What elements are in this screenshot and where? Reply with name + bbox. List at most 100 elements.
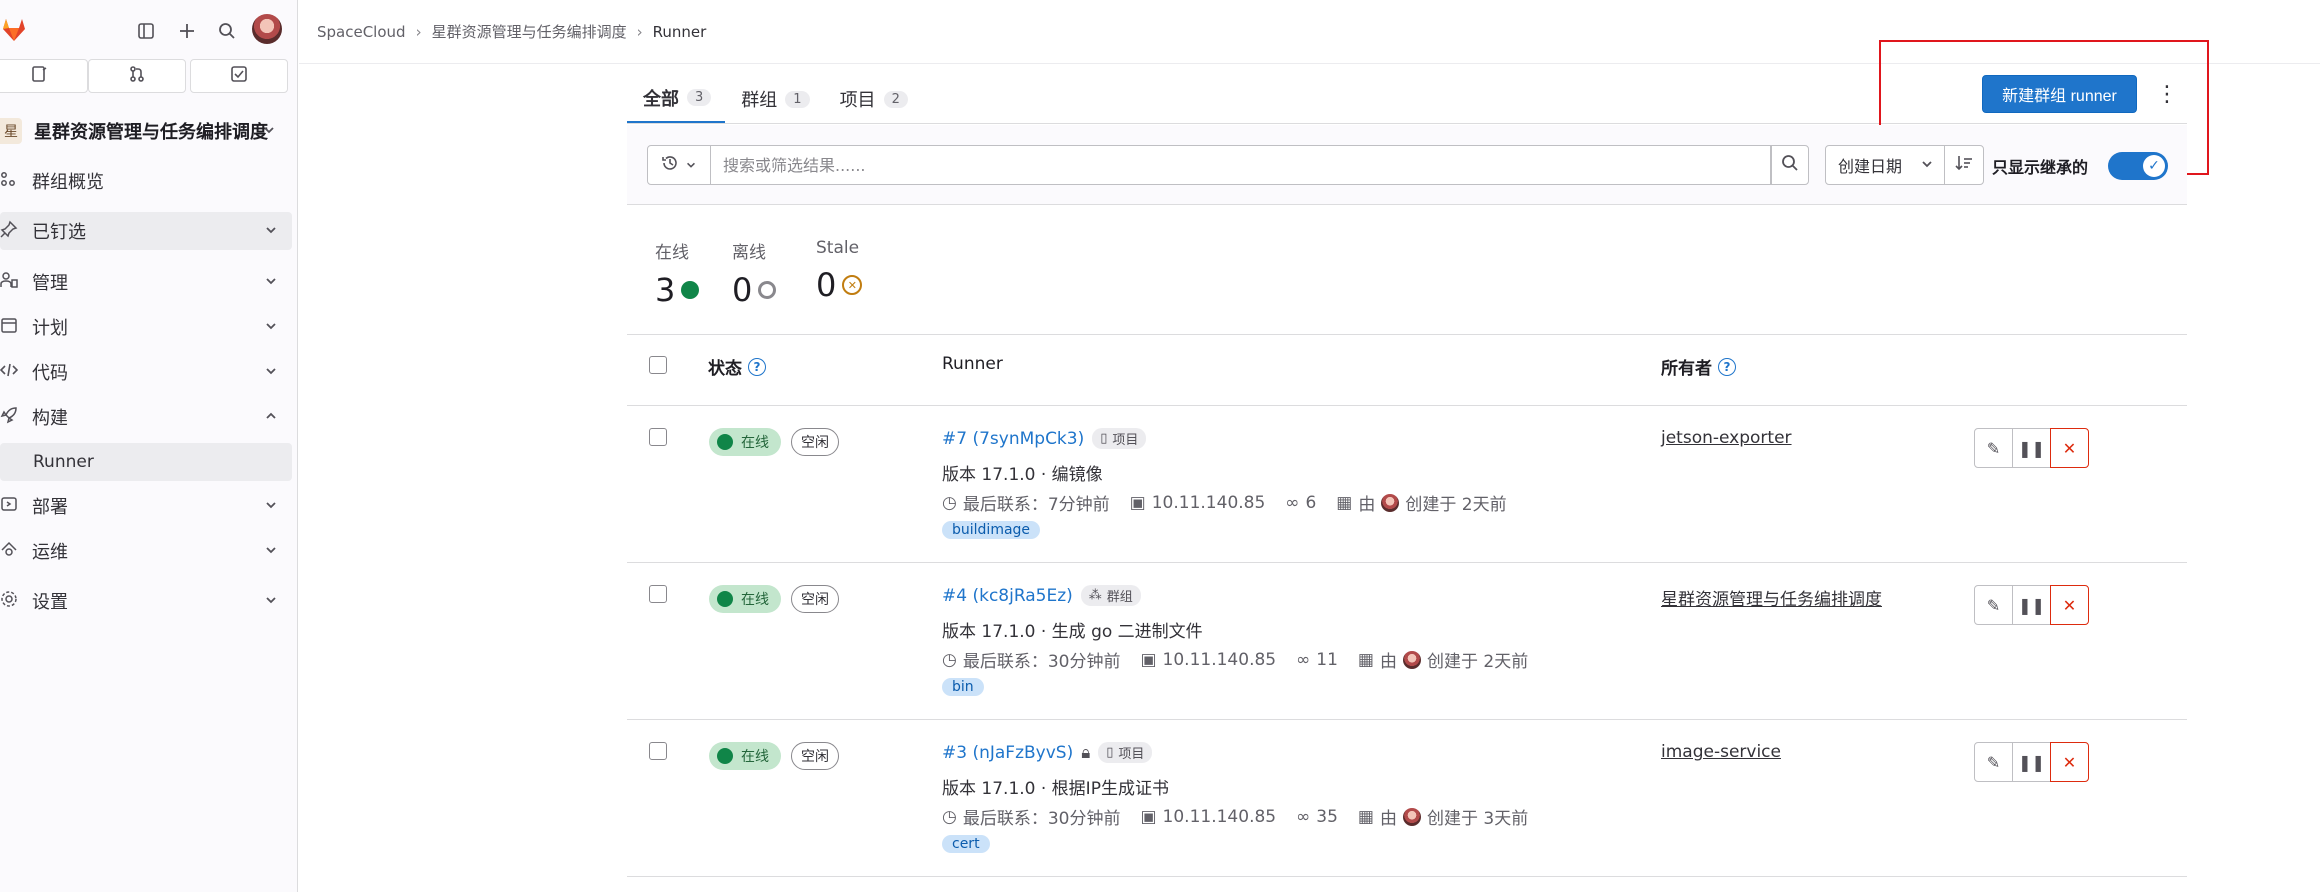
sidebar-item-operate[interactable]: 运维 [0, 532, 292, 570]
runner-type-badge: ▯ 项目 [1098, 742, 1153, 763]
status-badge-label: 在线 [741, 592, 769, 608]
stat-label: 离线 [732, 243, 766, 263]
runner-link[interactable]: #7 (7synMpCk3) ▯ 项目 [942, 428, 1147, 449]
edit-button[interactable]: ✎ [1974, 428, 2013, 468]
runner-link[interactable]: #4 (kc8jRa5Ez) ⁂ 群组 [942, 585, 1141, 606]
chevron-down-icon [264, 222, 278, 241]
group-icon: ⁂ [1088, 588, 1102, 603]
sidebar-item-label: Runner [33, 452, 94, 472]
owner-link[interactable]: 星群资源管理与任务编排调度 [1661, 585, 1882, 610]
search-history-button[interactable] [647, 145, 711, 185]
chevron-up-icon [264, 408, 278, 427]
owner-link[interactable]: image-service [1661, 742, 1781, 762]
breadcrumb-item-group[interactable]: 星群资源管理与任务编排调度 [432, 21, 627, 42]
sort-direction-button[interactable] [1944, 145, 1984, 185]
issues-button[interactable] [0, 59, 88, 93]
sidebar-item-label: 代码 [32, 363, 68, 384]
edit-button[interactable]: ✎ [1974, 742, 2013, 782]
job-count: 35 [1316, 806, 1338, 827]
sidebar-item-manage[interactable]: 管理 [0, 263, 292, 301]
status-badge-label: 在线 [741, 749, 769, 765]
chevron-right-icon: › [415, 22, 422, 41]
runner-name[interactable]: #7 (7synMpCk3) [942, 429, 1084, 449]
sidebar-item-overview[interactable]: 群组概览 [0, 162, 292, 200]
chevron-down-icon [264, 363, 278, 382]
project-icon: ▯ [1106, 745, 1114, 760]
gitlab-logo-icon[interactable] [0, 16, 28, 44]
chevron-right-icon: › [636, 22, 643, 41]
kebab-menu-icon[interactable]: ⋮ [2154, 78, 2180, 110]
owner-link[interactable]: jetson-exporter [1661, 428, 1792, 448]
pause-button[interactable]: ❚❚ [2012, 585, 2051, 625]
sidebar-item-code[interactable]: 代码 [0, 353, 292, 391]
pause-button[interactable]: ❚❚ [2012, 742, 2051, 782]
search-input[interactable] [711, 145, 1771, 185]
sidebar-item-build[interactable]: 构建 [0, 398, 292, 436]
server-icon: ▣ [1129, 492, 1146, 513]
sidebar-item-deploy[interactable]: 部署 [0, 487, 292, 525]
stat-label: 在线 [655, 243, 689, 263]
edit-button[interactable]: ✎ [1974, 585, 2013, 625]
runner-tag: cert [942, 835, 990, 853]
delete-button[interactable]: ✕ [2050, 585, 2089, 625]
question-icon[interactable]: ? [1718, 357, 1736, 376]
sidebar-item-settings[interactable]: 设置 [0, 582, 292, 620]
job-count: 11 [1316, 649, 1338, 670]
chevron-down-icon [264, 273, 278, 292]
todo-button[interactable] [190, 59, 288, 93]
status-offline-icon [758, 281, 777, 299]
issues-icon [30, 65, 48, 87]
runner-type-label: 项目 [1112, 433, 1139, 448]
search-submit-button[interactable] [1771, 145, 1809, 185]
tab-label: 项目 [839, 90, 876, 111]
new-group-runner-button[interactable]: 新建群组 runner [1982, 75, 2137, 113]
delete-button[interactable]: ✕ [2050, 428, 2089, 468]
tab-all[interactable]: 全部 3 [627, 74, 726, 124]
plus-icon[interactable] [172, 16, 202, 46]
merge-requests-button[interactable] [88, 59, 186, 93]
creator-avatar[interactable] [1381, 493, 1400, 512]
sort-dropdown[interactable]: 创建日期 [1825, 145, 1945, 185]
close-icon: ✕ [2062, 438, 2077, 458]
select-all-checkbox[interactable] [649, 356, 667, 374]
runner-version: 版本 17.1.0 · 生成 go 二进制文件 [942, 622, 1203, 642]
delete-button[interactable]: ✕ [2050, 742, 2089, 782]
inherited-only-label: 只显示继承的 [1992, 158, 2089, 177]
inherited-only-toggle[interactable]: ✓ [2108, 152, 2168, 180]
ip-address: 10.11.140.85 [1162, 649, 1277, 670]
lock-icon: 🔒︎ [1081, 742, 1091, 763]
runner-name[interactable]: #4 (kc8jRa5Ez) [942, 586, 1073, 606]
runner-link[interactable]: #3 (nJaFzByvS) 🔒︎ ▯ 项目 [942, 742, 1153, 763]
group-switcher[interactable]: 星 星群资源管理与任务编排调度 [0, 114, 298, 148]
pause-button[interactable]: ❚❚ [2012, 428, 2051, 468]
row-checkbox[interactable] [649, 742, 667, 760]
sidebar-item-label: 运维 [32, 542, 68, 563]
breadcrumb-item-current[interactable]: Runner [653, 23, 707, 41]
row-checkbox[interactable] [649, 585, 667, 603]
stat-stale: Stale 0 ✕ [816, 238, 863, 304]
sidebar-item-plan[interactable]: 计划 [0, 308, 292, 346]
breadcrumb-item-root[interactable]: SpaceCloud [317, 23, 406, 41]
runner-name[interactable]: #3 (nJaFzByvS) [942, 743, 1073, 763]
job-count: 6 [1305, 492, 1317, 513]
search-icon[interactable] [212, 16, 242, 46]
tab-project[interactable]: 项目 2 [824, 74, 922, 124]
user-avatar[interactable] [252, 14, 282, 44]
pin-icon [0, 220, 22, 242]
creator-avatar[interactable] [1402, 650, 1421, 669]
pause-icon: ❚❚ [2018, 752, 2045, 772]
merge-request-icon [128, 65, 146, 87]
row-checkbox[interactable] [649, 428, 667, 446]
question-icon[interactable]: ? [748, 357, 766, 376]
status-badge-label: 在线 [741, 435, 769, 451]
status-online-icon [717, 434, 733, 450]
runner-version: 版本 17.1.0 · 编镜像 [942, 465, 1103, 485]
sidebar-toggle-icon[interactable] [131, 16, 161, 46]
tabs-divider [627, 123, 2187, 124]
sidebar-item-pinned[interactable]: 已钉选 [0, 212, 292, 250]
tab-group[interactable]: 群组 1 [725, 74, 823, 124]
chevron-down-icon [1920, 156, 1934, 175]
sidebar-item-runner[interactable]: Runner [0, 443, 292, 481]
stat-value: 0 [732, 271, 753, 309]
creator-avatar[interactable] [1402, 807, 1421, 826]
